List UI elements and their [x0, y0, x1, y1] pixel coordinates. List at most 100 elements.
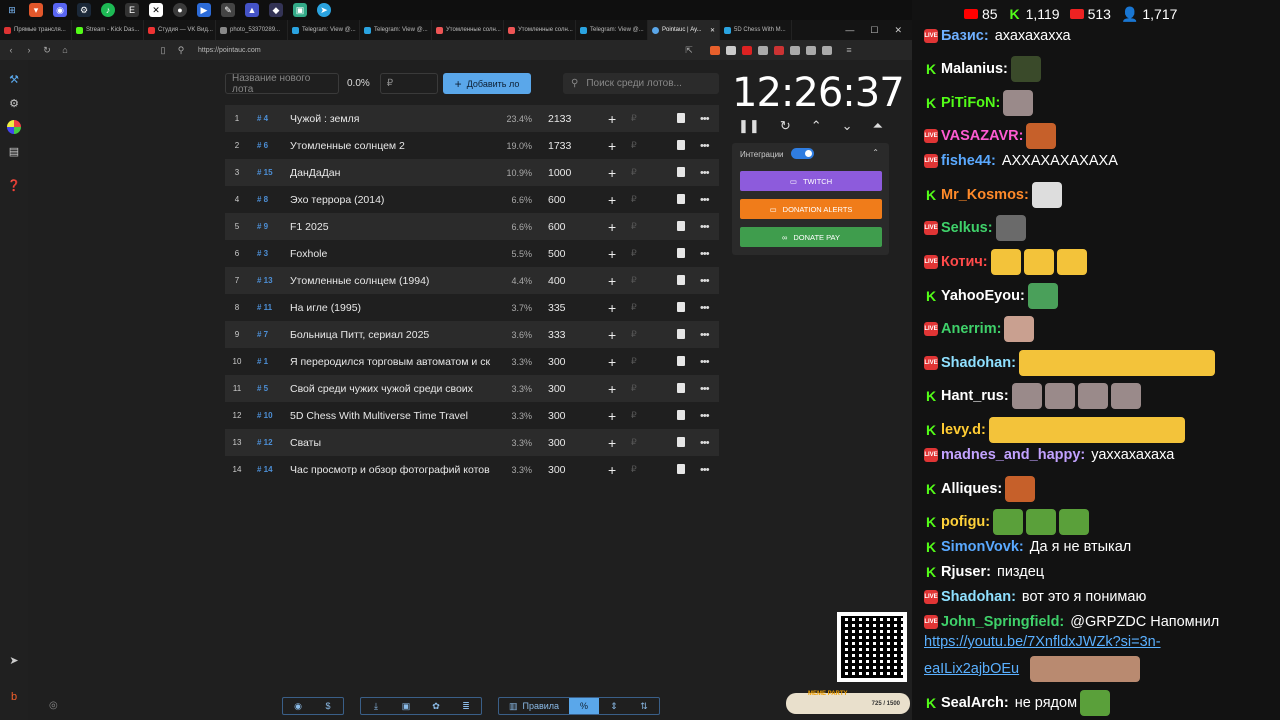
trash-icon[interactable]	[677, 302, 685, 312]
ruble-input-icon[interactable]: ₽	[631, 248, 637, 259]
menu-icon[interactable]: ≡	[842, 45, 856, 55]
trash-icon[interactable]	[677, 167, 685, 177]
browser-tab[interactable]: Утомленные солн...	[504, 20, 576, 40]
more-options-icon[interactable]: •••	[700, 113, 710, 125]
add-amount-plus-icon[interactable]: +	[608, 273, 616, 289]
chat-username[interactable]: levy.d:	[941, 422, 986, 438]
trash-icon[interactable]	[677, 194, 685, 204]
chat-link[interactable]: https://youtu.be/7XnfldxJWZk?si=3n-	[924, 634, 1161, 650]
app-icon-3[interactable]: ◆	[269, 3, 283, 17]
boosty-icon[interactable]: b	[7, 690, 21, 704]
add-amount-plus-icon[interactable]: +	[608, 219, 616, 235]
chat-username[interactable]: Malanius:	[941, 61, 1008, 77]
spotify-icon[interactable]: ♪	[101, 3, 115, 17]
lot-row[interactable]: 14 # 14 Час просмотр и обзор фотографий ко…	[225, 456, 719, 483]
tree-icon[interactable]: ✿	[421, 698, 451, 714]
extension-icon[interactable]	[806, 45, 816, 55]
history-icon[interactable]: ▤	[7, 144, 21, 158]
trash-icon[interactable]	[677, 113, 685, 123]
lot-name[interactable]: ДанДаДан	[290, 167, 502, 179]
add-amount-plus-icon[interactable]: +	[608, 327, 616, 343]
settings-gear-icon[interactable]: ⚙	[7, 96, 21, 110]
trash-icon[interactable]	[677, 248, 685, 258]
browser-tab[interactable]: Stream - Kick Das...	[72, 20, 144, 40]
obs-icon[interactable]: ●	[173, 3, 187, 17]
wheel-icon[interactable]	[7, 120, 21, 134]
extension-icon[interactable]	[710, 45, 720, 55]
back-icon[interactable]: ‹	[4, 45, 18, 55]
app-icon-4[interactable]: ▣	[293, 3, 307, 17]
discord-icon[interactable]: ◉	[53, 3, 67, 17]
lot-name[interactable]: Свой среди чужих чужой среди своих	[290, 383, 502, 395]
more-options-icon[interactable]: •••	[700, 464, 710, 476]
more-options-icon[interactable]: •••	[700, 410, 710, 422]
donate-dollar-icon[interactable]: $	[313, 698, 343, 714]
maximize-icon[interactable]: ☐	[870, 25, 878, 36]
ruble-input-icon[interactable]: ₽	[631, 140, 637, 151]
extension-icon[interactable]	[758, 45, 768, 55]
ruble-input-icon[interactable]: ₽	[631, 410, 637, 421]
browser-tab[interactable]: Прямые трансля...	[0, 20, 72, 40]
more-options-icon[interactable]: •••	[700, 221, 710, 233]
rules-button[interactable]: ▥ Правила	[499, 698, 569, 714]
trash-icon[interactable]	[677, 275, 685, 285]
extension-icon[interactable]	[774, 45, 784, 55]
add-amount-plus-icon[interactable]: +	[608, 354, 616, 370]
browser-tab[interactable]: 5D Chess With M...	[720, 20, 792, 40]
visibility-eye-icon[interactable]: ◎	[49, 700, 58, 711]
minimize-icon[interactable]: —	[845, 25, 854, 36]
add-amount-plus-icon[interactable]: +	[608, 165, 616, 181]
extension-icon[interactable]	[790, 45, 800, 55]
lot-row[interactable]: 13 # 12 Сваты 3.3% 300 + ₽ •••	[225, 429, 719, 456]
site-info-icon[interactable]: ⚲	[174, 45, 188, 56]
add-amount-plus-icon[interactable]: +	[608, 381, 616, 397]
save-icon[interactable]: ▣	[391, 698, 421, 714]
ruble-input-icon[interactable]: ₽	[631, 194, 637, 205]
ruble-input-icon[interactable]: ₽	[631, 167, 637, 178]
more-options-icon[interactable]: •••	[700, 383, 710, 395]
chat-username[interactable]: Selkus:	[941, 220, 993, 236]
x-app-icon[interactable]: ✕	[149, 3, 163, 17]
new-lot-name-input[interactable]: Название нового лота	[225, 73, 339, 95]
add-amount-plus-icon[interactable]: +	[608, 138, 616, 154]
chat-username[interactable]: fishe44:	[941, 153, 996, 169]
ruble-input-icon[interactable]: ₽	[631, 464, 637, 475]
windows-start-icon[interactable]: ⊞	[5, 3, 19, 17]
trash-icon[interactable]	[677, 356, 685, 366]
new-lot-amount-input[interactable]: ₽	[379, 73, 438, 94]
lot-row[interactable]: 6 # 3 Foxhole 5.5% 500 + ₽ •••	[225, 240, 719, 267]
more-options-icon[interactable]: •••	[700, 140, 710, 152]
add-amount-plus-icon[interactable]: +	[608, 300, 616, 316]
lot-name[interactable]: 5D Chess With Multiverse Time Travel	[290, 410, 502, 422]
ruble-input-icon[interactable]: ₽	[631, 221, 637, 232]
bookmark-icon[interactable]: ▯	[156, 45, 170, 56]
lot-name[interactable]: Сваты	[290, 437, 502, 449]
lot-row[interactable]: 9 # 7 Больница Питт, сериал 2025 3.6% 333 + ₽ •…	[225, 321, 719, 348]
percent-button[interactable]: %	[569, 698, 599, 714]
lot-name[interactable]: Утомленные солнцем 2	[290, 140, 502, 152]
more-options-icon[interactable]: •••	[700, 302, 710, 314]
trash-icon[interactable]	[677, 140, 685, 150]
add-amount-plus-icon[interactable]: +	[608, 462, 616, 478]
close-window-icon[interactable]: ✕	[894, 25, 902, 36]
lot-row[interactable]: 10 # 1 Я переродился торговым автоматом и …	[225, 348, 719, 375]
chat-username[interactable]: VASAZAVR:	[941, 128, 1023, 144]
home-icon[interactable]: ⌂	[58, 45, 72, 55]
reload-icon[interactable]: ↻	[40, 45, 54, 56]
ruble-input-icon[interactable]: ₽	[631, 275, 637, 286]
github-icon[interactable]: ◉	[283, 698, 313, 714]
chat-username[interactable]: Shadohan:	[941, 355, 1016, 371]
chevron-down-icon[interactable]: ⌄	[842, 118, 853, 134]
trash-icon[interactable]	[677, 329, 685, 339]
browser-tab[interactable]: Telegram: View @...	[360, 20, 432, 40]
browser-tab[interactable]: Telegram: View @...	[576, 20, 648, 40]
integrations-toggle[interactable]	[791, 148, 814, 159]
chat-username[interactable]: madnes_and_happy:	[941, 447, 1085, 463]
chat-username[interactable]: Hant_rus:	[941, 388, 1009, 404]
extension-icon[interactable]	[726, 45, 736, 55]
brave-browser-icon[interactable]: ▾	[29, 3, 43, 17]
double-chevron-up-icon[interactable]: ⏶	[873, 118, 883, 134]
lot-row[interactable]: 11 # 5 Свой среди чужих чужой среди своих 3…	[225, 375, 719, 402]
extension-icon[interactable]	[742, 45, 752, 55]
ruble-input-icon[interactable]: ₽	[631, 329, 637, 340]
